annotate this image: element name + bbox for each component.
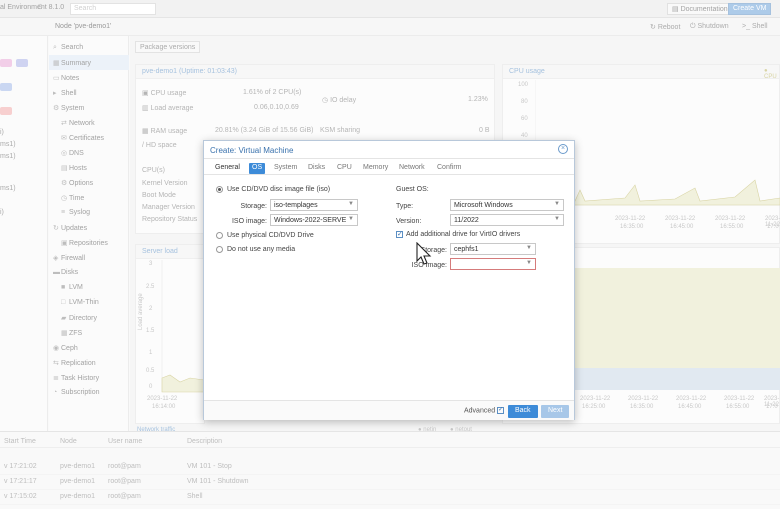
dialog-footer: Advanced ✓ Back Next xyxy=(204,400,574,420)
tab-memory[interactable]: Memory xyxy=(360,163,391,174)
chevron-down-icon: ▼ xyxy=(348,216,354,222)
type-label: Type: xyxy=(396,203,414,210)
create-vm-dialog: Create: Virtual Machine × General OS Sys… xyxy=(203,140,575,420)
storage-label: Storage: xyxy=(240,203,267,210)
tab-os[interactable]: OS xyxy=(249,163,266,174)
physical-drive-label: Use physical CD/DVD Drive xyxy=(227,232,314,239)
virtio-storage-select[interactable]: cephfs1 ▼ xyxy=(450,243,536,255)
tab-network[interactable]: Network xyxy=(396,163,428,174)
tab-system[interactable]: System xyxy=(271,163,300,174)
tab-confirm[interactable]: Confirm xyxy=(434,163,465,174)
back-button[interactable]: Back xyxy=(508,405,538,418)
no-media-radio[interactable] xyxy=(216,246,223,253)
use-cd-label: Use CD/DVD disc image file (iso) xyxy=(227,186,331,193)
chevron-down-icon: ▼ xyxy=(554,216,560,222)
tab-cpu[interactable]: CPU xyxy=(334,163,355,174)
use-cd-radio[interactable] xyxy=(216,186,223,193)
iso-image-select[interactable]: Windows-2022-SERVE ▼ xyxy=(270,214,358,226)
virtio-drive-checkbox[interactable]: ✓ xyxy=(396,231,403,238)
close-icon[interactable]: × xyxy=(558,144,568,154)
storage-select[interactable]: iso-templages ▼ xyxy=(270,199,358,211)
tab-general[interactable]: General xyxy=(212,163,243,174)
advanced-checkbox[interactable]: ✓ xyxy=(497,407,505,414)
virtio-drive-label: Add additional drive for VirtIO drivers xyxy=(406,231,521,238)
guest-os-label: Guest OS: xyxy=(396,186,429,193)
virtio-iso-select[interactable]: ▼ xyxy=(450,258,536,270)
os-type-select[interactable]: Microsoft Windows ▼ xyxy=(450,199,564,211)
iso-image-label: ISO image: xyxy=(231,218,267,225)
os-version-select[interactable]: 11/2022 ▼ xyxy=(450,214,564,226)
tab-disks[interactable]: Disks xyxy=(305,163,328,174)
chevron-down-icon: ▼ xyxy=(526,260,532,266)
next-button[interactable]: Next xyxy=(541,405,570,418)
physical-drive-radio[interactable] xyxy=(216,232,223,239)
version-label: Version: xyxy=(396,218,422,225)
dialog-titlebar: Create: Virtual Machine × xyxy=(204,141,574,159)
chevron-down-icon: ▼ xyxy=(526,245,532,251)
wizard-tabs: General OS System Disks CPU Memory Netwo… xyxy=(204,160,574,175)
no-media-label: Do not use any media xyxy=(227,246,296,253)
chevron-down-icon: ▼ xyxy=(348,201,354,207)
chevron-down-icon: ▼ xyxy=(554,201,560,207)
dialog-title: Create: Virtual Machine xyxy=(210,146,294,155)
advanced-toggle[interactable]: Advanced ✓ xyxy=(464,407,505,414)
mouse-cursor-icon xyxy=(416,242,432,265)
